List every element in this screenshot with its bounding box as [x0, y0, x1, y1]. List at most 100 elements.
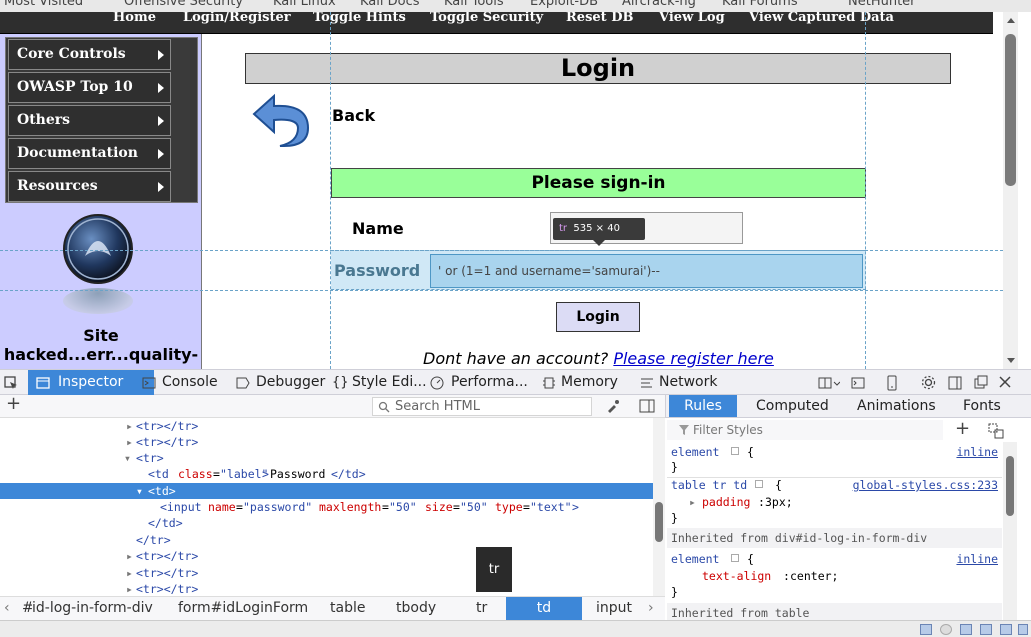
bookmark-exploit-db[interactable]: Exploit-DB	[530, 0, 598, 9]
markup-node-selected[interactable]: ▾ <td>	[0, 483, 653, 499]
back-arrow-icon[interactable]	[250, 92, 314, 150]
markup-node[interactable]: </td>	[0, 515, 653, 531]
markup-node[interactable]: <input name = "password" maxlength = "50…	[0, 499, 653, 515]
sidebar-item-documentation[interactable]: Documentation	[8, 138, 171, 169]
toggle-pseudo-classes-icon[interactable]	[988, 423, 1004, 439]
search-html-input[interactable]: Search HTML	[372, 397, 592, 416]
register-link[interactable]: Please register here	[613, 349, 774, 368]
expand-arrow-icon[interactable]: ▸	[126, 434, 133, 450]
markup-node[interactable]: ▸ <tr></tr>	[0, 565, 653, 581]
breadcrumb-scroll-left-icon[interactable]: ‹	[4, 600, 10, 616]
eyedropper-icon[interactable]	[606, 399, 620, 413]
rule-source-link[interactable]: inline	[956, 444, 998, 460]
addon-icon[interactable]	[920, 624, 932, 635]
dock-side-icon[interactable]	[948, 376, 962, 390]
addon-icon[interactable]	[940, 624, 952, 635]
add-node-icon[interactable]: +	[6, 393, 21, 414]
page-scrollbar[interactable]	[1003, 12, 1018, 369]
sidebar-item-others[interactable]: Others	[8, 105, 171, 136]
rule-source-link[interactable]: global-styles.css:233	[853, 477, 998, 493]
addon-icon[interactable]	[960, 624, 972, 635]
tab-console[interactable]: Console	[142, 370, 232, 395]
nav-view-captured-data[interactable]: View Captured Data	[749, 12, 894, 25]
breadcrumb-item-selected[interactable]: td	[506, 597, 582, 620]
element-highlight-icon[interactable]	[755, 480, 763, 488]
tab-performance[interactable]: Performa...	[430, 370, 528, 395]
tab-inspector[interactable]: Inspector	[28, 370, 154, 395]
login-button[interactable]: Login	[556, 302, 640, 332]
rules-scrollbar-thumb[interactable]	[1006, 456, 1014, 516]
bookmark-aircrack-ng[interactable]: Aircrack-ng	[622, 0, 696, 9]
breadcrumb-item[interactable]: tr	[476, 600, 487, 616]
page-scrollbar-thumb[interactable]	[1005, 34, 1016, 186]
nav-reset-db[interactable]: Reset DB	[566, 12, 633, 25]
toggle-sidebar-icon[interactable]	[639, 399, 655, 413]
bookmark-kali-docs[interactable]: Kali Docs	[360, 0, 420, 9]
nav-toggle-security[interactable]: Toggle Security	[430, 12, 543, 25]
nav-view-log[interactable]: View Log	[659, 12, 725, 25]
sidebar-item-owasp-top-10[interactable]: OWASP Top 10	[8, 72, 171, 103]
expand-arrow-icon[interactable]: ▸	[126, 418, 133, 434]
rule-source-link[interactable]: inline	[956, 551, 998, 567]
breadcrumb-scroll-right-icon[interactable]: ›	[648, 600, 654, 616]
scroll-down-icon[interactable]	[1007, 358, 1015, 363]
rule-property[interactable]: padding	[702, 494, 750, 510]
rule-property[interactable]: text-align	[702, 568, 771, 584]
responsive-design-icon[interactable]	[886, 375, 898, 391]
pick-element-icon[interactable]	[4, 376, 18, 390]
markup-node[interactable]: ▸ <tr></tr>	[0, 434, 653, 450]
rule-value[interactable]: 3px;	[765, 494, 793, 510]
element-highlight-icon[interactable]	[731, 447, 739, 455]
nav-login-register[interactable]: Login/Register	[183, 12, 291, 25]
tab-animations[interactable]: Animations	[857, 395, 936, 417]
breadcrumb-item[interactable]: #id-log-in-form-div	[22, 600, 153, 616]
rule-value[interactable]: center;	[790, 568, 838, 584]
markup-scrollbar[interactable]	[653, 418, 665, 596]
sidebar-item-resources[interactable]: Resources	[8, 171, 171, 202]
sidebar-item-core-controls[interactable]: Core Controls	[8, 39, 171, 70]
markup-node[interactable]: ▸ <tr></tr>	[0, 418, 653, 434]
nav-home[interactable]: Home	[113, 12, 156, 25]
back-label[interactable]: Back	[332, 106, 375, 125]
expand-arrow-icon[interactable]: ▸	[126, 565, 133, 581]
element-highlight-icon[interactable]	[731, 554, 739, 562]
tab-memory[interactable]: Memory	[542, 370, 622, 395]
expand-arrow-icon[interactable]: ▸	[126, 581, 133, 596]
addon-icon[interactable]	[1018, 624, 1028, 635]
markup-node[interactable]: ▸ <tr></tr>	[0, 581, 653, 596]
tab-network[interactable]: Network	[640, 370, 720, 395]
addon-icon[interactable]	[1000, 624, 1012, 635]
markup-node[interactable]: </tr>	[0, 532, 653, 548]
addon-icon[interactable]	[980, 624, 992, 635]
tab-rules[interactable]: Rules	[669, 395, 737, 417]
bookmark-kali-forums[interactable]: Kali Forums	[722, 0, 798, 9]
breadcrumb-item[interactable]: input	[596, 600, 632, 616]
breadcrumb-item[interactable]: table	[330, 600, 365, 616]
markup-node[interactable]: <td class = "label" > Password </td>	[0, 466, 653, 482]
bookmark-kali-linux[interactable]: Kali Linux	[273, 0, 336, 9]
expand-arrow-icon[interactable]: ▸	[126, 548, 133, 564]
nav-toggle-hints[interactable]: Toggle Hints	[313, 12, 406, 25]
frame-select-icon[interactable]	[818, 376, 840, 390]
filter-styles-input[interactable]: Filter Styles	[667, 420, 943, 440]
tab-fonts[interactable]: Fonts	[963, 395, 1001, 417]
breadcrumb-item[interactable]: form#idLoginForm	[178, 600, 308, 616]
tab-debugger[interactable]: Debugger	[236, 370, 326, 395]
collapse-arrow-icon[interactable]: ▾	[136, 483, 143, 499]
separate-window-icon[interactable]	[974, 375, 988, 389]
markup-scrollbar-thumb[interactable]	[655, 502, 663, 542]
close-icon[interactable]	[999, 376, 1011, 388]
expand-arrow-icon[interactable]: ▸	[689, 494, 696, 510]
rules-scrollbar[interactable]	[1003, 442, 1017, 620]
collapse-arrow-icon[interactable]: ▾	[124, 450, 131, 466]
markup-node[interactable]: ▾ <tr>	[0, 450, 653, 466]
breadcrumb-item[interactable]: tbody	[396, 600, 436, 616]
bookmark-nethunter[interactable]: NetHunter	[848, 0, 916, 9]
gear-icon[interactable]	[921, 375, 936, 390]
markup-node[interactable]: ▸ <tr></tr>	[0, 548, 653, 564]
add-rule-icon[interactable]: +	[955, 418, 970, 439]
bookmark-kali-tools[interactable]: Kali Tools	[444, 0, 504, 9]
bookmark-offensive-security[interactable]: Offensive Security	[124, 0, 243, 9]
scroll-up-icon[interactable]	[1007, 18, 1015, 23]
tab-computed[interactable]: Computed	[756, 395, 829, 417]
